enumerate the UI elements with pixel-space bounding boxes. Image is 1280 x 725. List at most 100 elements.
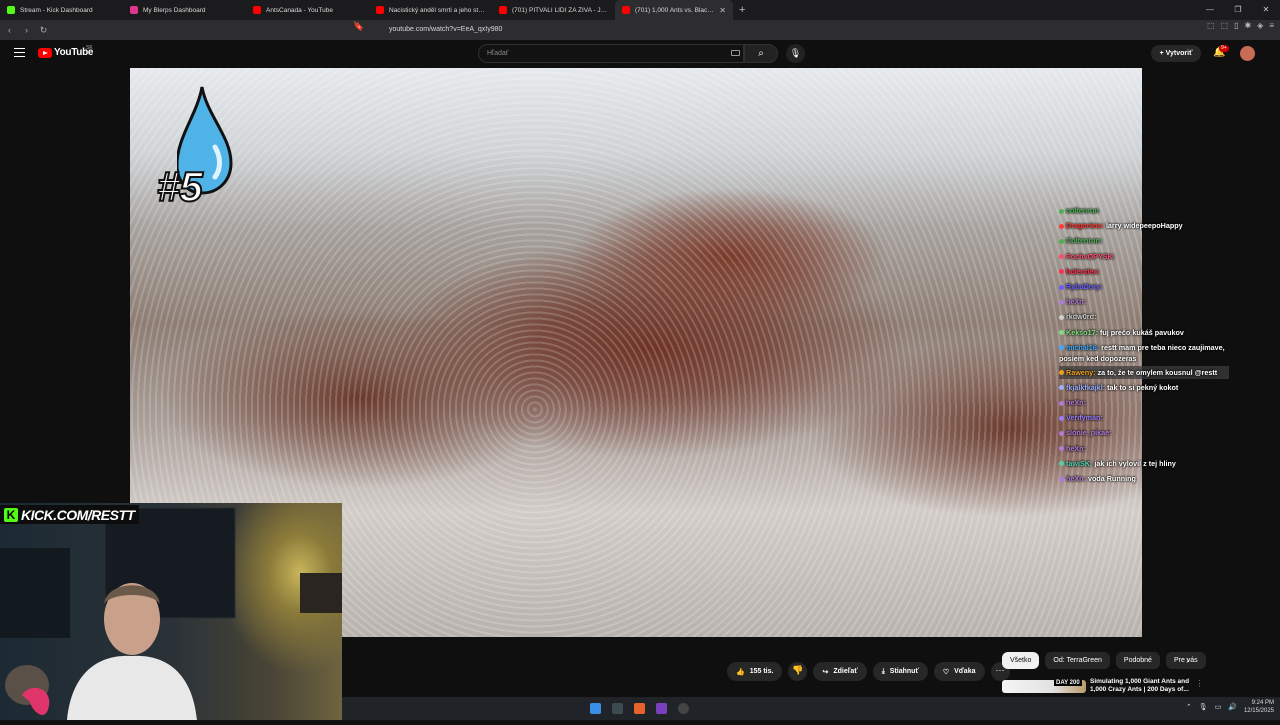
search-button[interactable]: ⌕ <box>744 44 778 63</box>
bookmark-icon[interactable]: 🔖 <box>353 21 364 32</box>
chat-username: PochvOPYSK: <box>1066 251 1116 261</box>
chat-message: heXn: <box>1059 395 1229 410</box>
extension-icon[interactable]: ⬚ <box>1221 21 1229 30</box>
chat-message: fkjalkfkajkl: tak to si pekný kokot <box>1059 380 1229 395</box>
obs-icon[interactable] <box>656 703 667 714</box>
reload-icon[interactable]: ↻ <box>36 25 51 36</box>
chat-badge-icon <box>1059 385 1064 391</box>
browser-tab[interactable]: (701) 1,000 Ants vs. Black Widow✕ <box>615 0 733 20</box>
chat-badge-icon <box>1059 315 1064 321</box>
filter-chip[interactable]: Podobné <box>1115 652 1160 669</box>
network-icon[interactable]: ▭ <box>1215 703 1222 711</box>
chat-badge-icon <box>1059 345 1064 351</box>
chat-text: voda Running <box>1087 474 1136 484</box>
search-input[interactable]: Hľadať <box>478 44 744 63</box>
tab-favicon-icon <box>622 6 630 14</box>
chat-username: Dragonios: <box>1066 221 1104 231</box>
chat-message: heXn: <box>1059 441 1229 456</box>
clock-time: 9:24 PM <box>1251 700 1274 706</box>
tab-favicon-icon <box>253 6 261 14</box>
dislike-button[interactable]: 👎 <box>788 662 808 681</box>
chat-badge-icon <box>1059 330 1064 336</box>
chevron-right-icon[interactable]: › <box>1186 655 1189 666</box>
chat-username: heXn: <box>1066 398 1086 408</box>
brave-browser-icon[interactable] <box>634 703 645 714</box>
url-field[interactable]: youtube.com/watch?v=EeA_qxIy980 <box>370 22 910 38</box>
browser-tab[interactable]: My Blerps Dashboard <box>123 0 246 20</box>
chat-username: coltenrun <box>1066 206 1099 215</box>
close-tab-icon[interactable]: ✕ <box>719 6 726 15</box>
maximize-button[interactable]: ❐ <box>1224 0 1252 20</box>
youtube-logo-icon[interactable] <box>38 48 52 58</box>
region-code: SK <box>86 45 93 51</box>
share-button[interactable]: ↪ Zdieľať <box>813 662 867 681</box>
tab-label: My Blerps Dashboard <box>143 6 206 14</box>
chat-username: rkdw0rd: <box>1066 312 1097 322</box>
like-button[interactable]: 👍 155 tis. <box>727 662 783 681</box>
back-icon[interactable]: ‹ <box>2 25 17 35</box>
new-tab-button[interactable]: + <box>739 4 745 16</box>
chat-badge-icon <box>1059 476 1064 482</box>
tab-label: Nacistický anděl smrti a jeho strašlivé <box>389 6 485 14</box>
chat-badge-icon <box>1059 415 1064 421</box>
browser-tab[interactable]: (701) PITVALI LIDI ZA ŽIVA - Jednotka 73… <box>492 0 615 20</box>
voice-search-button[interactable]: 🎙 <box>786 44 805 63</box>
menu-dots-icon[interactable]: ≡ <box>1269 21 1274 30</box>
chat-username: heXn: <box>1066 474 1086 484</box>
hamburger-menu-icon[interactable] <box>14 48 25 57</box>
chat-badge-icon <box>1059 431 1064 437</box>
chat-message: holendex: <box>1059 264 1229 279</box>
chat-message: Dragonios: larry widepeepoHappy <box>1059 218 1229 233</box>
microphone-tray-icon[interactable]: 🎙 <box>1199 703 1208 711</box>
download-icon: ⤓ <box>881 667 885 675</box>
chat-message: PochvOPYSK: <box>1059 249 1229 264</box>
browser-tab[interactable]: Stream - Kick Dashboard <box>0 0 123 20</box>
chat-username: fkjalkfkajkl: <box>1066 382 1106 392</box>
puzzle-icon[interactable]: ✱ <box>1244 21 1251 30</box>
shield-icon[interactable]: ◈ <box>1257 21 1263 30</box>
chat-badge-icon <box>1059 239 1064 244</box>
minimize-button[interactable]: — <box>1196 0 1224 20</box>
forward-icon[interactable]: › <box>19 25 34 35</box>
window-controls: — ❐ ✕ <box>1196 0 1280 20</box>
account-avatar[interactable] <box>1240 46 1255 61</box>
start-icon[interactable] <box>590 703 601 714</box>
recommended-video[interactable]: DAY 200 Simulating 1,000 Giant Ants and … <box>1002 678 1200 693</box>
chat-message: Kekso17: fuj prečo kukáš pavukov <box>1059 325 1229 340</box>
kick-url: KICK.COM/RESTT <box>21 506 135 523</box>
terminal-icon[interactable] <box>612 703 623 714</box>
extension-icon[interactable]: ⬚ <box>1207 21 1215 30</box>
more-vert-icon[interactable]: ⋮ <box>1196 679 1200 688</box>
thanks-label: Vďaka <box>954 668 976 675</box>
download-label: Stiahnuť <box>889 668 919 675</box>
keyboard-icon[interactable] <box>731 50 740 56</box>
chat-username: Raweny: <box>1066 367 1096 377</box>
chat-badge-icon <box>1059 461 1064 467</box>
chevron-up-icon[interactable]: ⌃ <box>1186 703 1192 711</box>
chat-badge-icon <box>1059 208 1064 214</box>
browser-tab-bar: Stream - Kick Dashboard My Blerps Dashboa… <box>0 0 1280 20</box>
browser-tab[interactable]: Nacistický anděl smrti a jeho strašlivé <box>369 0 492 20</box>
download-button[interactable]: ⤓ Stiahnuť <box>872 662 928 681</box>
sidebar-icon[interactable]: ▯ <box>1234 21 1238 30</box>
chat-message: michal16: restt mam pre teba nieco zauji… <box>1059 342 1229 364</box>
filter-chip[interactable]: Všetko <box>1002 652 1040 669</box>
recommended-title[interactable]: Simulating 1,000 Giant Ants and 1,000 Cr… <box>1090 678 1192 693</box>
chat-username: holendex: <box>1066 266 1100 276</box>
chat-text: za to, že te omylem kousnul @restt <box>1097 367 1218 377</box>
chat-message: coltenrun <box>1059 203 1229 218</box>
thanks-button[interactable]: ♡ Vďaka <box>933 662 985 681</box>
app-icon[interactable] <box>678 703 689 714</box>
chat-username: tawiSK: <box>1066 458 1093 468</box>
clock[interactable]: 9:24 PM 12/15/2025 <box>1244 699 1274 715</box>
share-label: Zdieľať <box>833 668 858 675</box>
chat-badge-icon <box>1059 223 1064 229</box>
mascot-sticker <box>5 665 50 715</box>
close-window-button[interactable]: ✕ <box>1252 0 1280 20</box>
volume-icon[interactable]: 🔊 <box>1228 703 1237 711</box>
browser-tab[interactable]: AntsCanada - YouTube <box>246 0 369 20</box>
ranking-number: #5 <box>156 162 204 211</box>
filter-chip[interactable]: Od: TerraGreen <box>1045 652 1110 669</box>
create-button[interactable]: + Vytvoriť <box>1151 45 1201 62</box>
like-count: 155 tis. <box>749 668 774 675</box>
